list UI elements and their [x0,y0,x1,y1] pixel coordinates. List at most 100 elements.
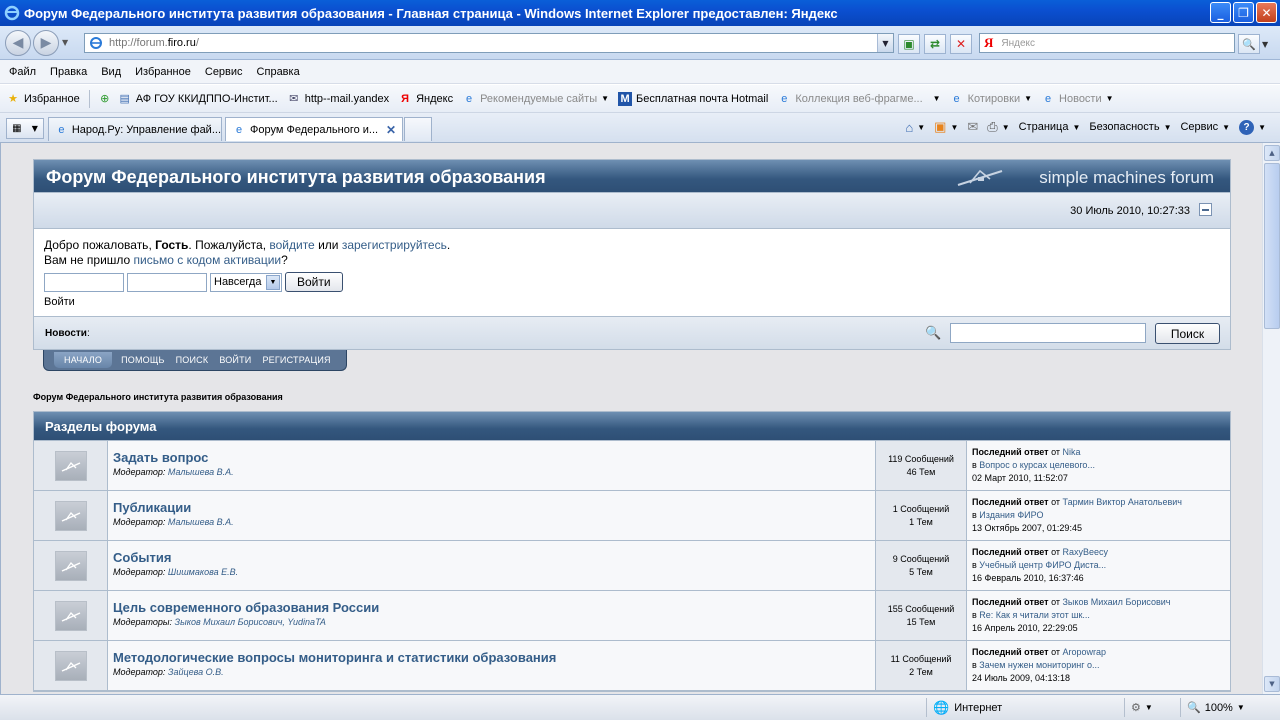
moderator-link[interactable]: Зайцева О.В. [168,667,224,677]
page-menu-button[interactable]: Страница ▼ [1019,121,1081,133]
last-post-topic[interactable]: Вопрос о курсах целевого... [979,460,1095,470]
zoom-button[interactable]: 🔍 100% ▼ [1180,698,1266,717]
quick-tabs-button[interactable]: ▦ ▼ [6,118,44,139]
chevron-down-icon: ▼ [1024,94,1033,103]
username-input[interactable] [44,272,124,292]
tab-narod[interactable]: e Народ.Ру: Управление фай... [48,117,222,141]
forum-search-input[interactable] [950,323,1146,343]
breadcrumb[interactable]: Форум Федерального института развития об… [33,392,1231,402]
scroll-thumb[interactable] [1264,163,1280,329]
close-window-button[interactable]: ✕ [1256,2,1277,23]
category-header[interactable]: Разделы форума [34,412,1230,441]
smf-logo-icon [957,169,1003,186]
moderator-link[interactable]: Малышева В.А. [168,517,234,527]
last-post-topic[interactable]: Re: Как я читали этот шк... [979,610,1090,620]
last-post-author[interactable]: RaxyBeecy [1063,547,1109,557]
nav-tab-register[interactable]: РЕГИСТРАЦИЯ [262,355,330,365]
welcome-text: Добро пожаловать, Гость. Пожалуйста, вой… [44,238,451,252]
last-post-author[interactable]: Зыков Михаил Борисович [1063,597,1171,607]
quick-tabs-icon: ▦ [12,123,22,134]
moderator-link[interactable]: Малышева В.А. [168,467,234,477]
chevron-down-icon: ▼ [1144,703,1153,712]
search-field[interactable]: Я Яндекс [979,33,1235,53]
collapse-toggle-icon[interactable] [1199,203,1212,216]
login-link[interactable]: войдите [269,238,314,252]
vertical-scrollbar[interactable]: ▲ ▼ [1262,143,1280,694]
nav-tab-login[interactable]: ВОЙТИ [219,355,251,365]
board-name[interactable]: Методологические вопросы мониторинга и с… [113,650,870,665]
magnifier-icon: 🔍 [925,326,942,341]
news-bar: Новости: 🔍 Поиск [33,317,1231,350]
minimize-button[interactable]: _ [1210,2,1231,23]
help-icon: ? [1239,119,1255,135]
security-zone[interactable]: 🌐 Интернет [926,698,1124,717]
chevron-down-icon: ▼ [601,94,610,103]
last-post-topic[interactable]: Учебный центр ФИРО Диста... [979,560,1106,570]
help-button[interactable]: ? ▼ [1239,119,1266,135]
favorites-button[interactable]: ★ Избранное [6,92,80,106]
back-button[interactable]: ◀ [5,30,31,56]
activation-link[interactable]: письмо с кодом активации [134,253,282,267]
fav-item-quotes[interactable]: e Котировки ▼ [950,92,1033,106]
board-name[interactable]: Задать вопрос [113,450,870,465]
safety-menu-button[interactable]: Безопасность ▼ [1089,121,1171,133]
fav-item-news[interactable]: e Новости ▼ [1041,92,1114,106]
last-post-author[interactable]: Тармин Виктор Анатольевич [1063,497,1182,507]
scroll-up-icon[interactable]: ▲ [1264,145,1280,161]
print-button[interactable]: ⎙ ▼ [987,119,1009,135]
recent-pages-dropdown-icon[interactable]: ▼ [62,38,68,47]
moderator-link[interactable]: Зыков Михаил Борисович, YudinaTA [175,617,326,627]
stop-button[interactable]: ✕ [950,34,972,54]
menu-favorites[interactable]: Избранное [135,66,191,78]
tools-menu-button[interactable]: Сервис ▼ [1180,121,1230,133]
fav-item-suggested-sites[interactable]: e Рекомендуемые сайты ▼ [462,92,609,106]
forum-search-button[interactable]: Поиск [1155,323,1220,344]
read-mail-button[interactable]: ✉ [967,119,978,135]
last-post-author[interactable]: Nika [1063,447,1081,457]
fav-item-yandex[interactable]: Я Яндекс [398,92,453,106]
menu-view[interactable]: Вид [101,66,121,78]
address-url[interactable]: http://forum.firo.ru/ [109,37,199,49]
last-post-topic[interactable]: Издания ФИРО [979,510,1043,520]
fav-item-label: http--mail.yandex [304,92,390,105]
nav-tab-search[interactable]: ПОИСК [176,355,209,365]
login-button[interactable]: Войти [285,272,343,292]
menu-file[interactable]: Файл [9,66,36,78]
add-favorite-icon[interactable]: ⊕ [98,92,112,106]
address-dropdown-icon[interactable]: ▼ [877,34,893,52]
nav-tab-home[interactable]: НАЧАЛО [54,352,113,368]
close-tab-icon[interactable]: ✕ [386,123,396,137]
new-tab-button[interactable] [404,117,432,141]
compatibility-view-button[interactable]: ▣ [898,34,920,54]
menu-help[interactable]: Справка [257,66,300,78]
feeds-button[interactable]: ▣ ▼ [934,119,958,135]
board-moderators: Модератор: Шишмакова Е.В. [113,567,239,577]
scroll-down-icon[interactable]: ▼ [1264,676,1280,692]
menu-tools[interactable]: Сервис [205,66,243,78]
window-title: Форум Федерального института развития об… [24,5,838,21]
register-link[interactable]: зарегистрируйтесь [342,238,447,252]
refresh-button[interactable]: ⇄ [924,34,946,54]
fav-item-afgou[interactable]: ▤ АФ ГОУ ККИДППО-Инстит... [118,92,278,106]
password-input[interactable] [127,272,207,292]
fav-item-web-slices[interactable]: e Коллекция веб-фрагме... ▼ [777,92,940,106]
address-bar[interactable]: http://forum.firo.ru/ ▼ [84,33,894,53]
moderator-link[interactable]: Шишмакова Е.В. [168,567,238,577]
home-button[interactable]: ⌂ ▼ [905,120,925,135]
fav-item-mail-yandex[interactable]: ✉ http--mail.yandex [287,92,389,106]
search-options-dropdown-icon[interactable]: ▼ [1262,40,1268,49]
session-duration-select[interactable]: Навсегда ▼ [210,272,282,292]
fav-item-hotmail[interactable]: M Бесплатная почта Hotmail [618,91,768,106]
forward-button[interactable]: ▶ [33,30,59,56]
last-post-author[interactable]: Aropowrap [1063,647,1107,657]
board-name[interactable]: Цель современного образования России [113,600,870,615]
nav-tab-help[interactable]: ПОМОЩЬ [121,355,165,365]
menu-edit[interactable]: Правка [50,66,87,78]
search-go-button[interactable]: 🔍 [1238,34,1260,54]
protected-mode-button[interactable]: ⚙ ▼ [1124,698,1180,717]
tab-forum[interactable]: e Форум Федерального и... ✕ [225,117,403,141]
board-name[interactable]: События [113,550,870,565]
last-post-topic[interactable]: Зачем нужен мониторинг о... [979,660,1099,670]
maximize-button[interactable]: ❐ [1233,2,1254,23]
board-name[interactable]: Публикации [113,500,870,515]
